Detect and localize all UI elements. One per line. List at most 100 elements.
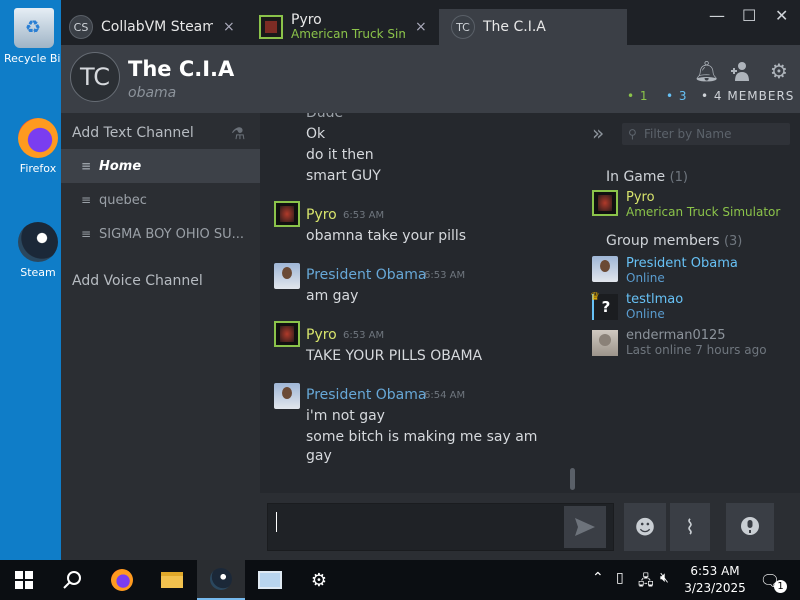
in-game-heading[interactable]: In Game (1) (606, 169, 688, 185)
message-line: am gay (306, 288, 359, 304)
flask-icon[interactable]: ⚗ (231, 124, 245, 143)
taskbar-remote-desktop[interactable] (246, 560, 294, 600)
add-voice-channel-button[interactable]: Add Voice Channel (72, 273, 203, 289)
message-author[interactable]: Pyro (306, 327, 337, 343)
tab-pyro[interactable]: Pyro American Truck Simula × (259, 9, 437, 45)
gear-icon[interactable]: ⚙ (768, 60, 790, 82)
tab-collabvm-steam[interactable]: CS CollabVM Steam ( × (69, 9, 249, 45)
group-heading-label: In Game (606, 169, 666, 185)
tab-label: CollabVM Steam ( (101, 19, 213, 35)
start-button[interactable] (0, 560, 48, 600)
channel-quebec[interactable]: ≡ quebec (61, 183, 260, 217)
channel-label: SIGMA BOY OHIO SU... (99, 226, 245, 242)
voice-chat-button[interactable] (726, 503, 774, 551)
member-status: Last online 7 hours ago (626, 343, 767, 357)
channel-sigma-boy[interactable]: ≡ SIGMA BOY OHIO SU... (61, 217, 260, 251)
close-window-icon[interactable]: ✕ (775, 6, 788, 25)
chat-scrollbar[interactable] (570, 468, 575, 490)
notification-center-button[interactable]: 🗨︎ 1 (748, 560, 792, 600)
tab-the-cia[interactable]: TC The C.I.A (439, 9, 627, 45)
message-line: Ok (306, 126, 326, 142)
member-testlmao[interactable]: ? testlmao Online (590, 284, 797, 324)
taskbar-settings[interactable]: ⚙ (295, 560, 343, 600)
avatar[interactable] (274, 383, 300, 409)
message-timestamp: 6:53 AM (343, 330, 385, 341)
group-avatar[interactable]: TC (70, 52, 120, 102)
group-title: The C.I.A (128, 57, 235, 81)
taskbar-steam[interactable] (197, 560, 245, 600)
firefox-icon (18, 118, 58, 158)
member-status: Online (626, 271, 665, 285)
chevron-up-icon[interactable]: ⌃ (592, 570, 604, 586)
tab-avatar (259, 15, 283, 39)
member-list-panel: » ⚲ Filter by Name In Game (1) Pyro Amer… (582, 113, 800, 493)
system-clock[interactable]: 6:53 AM 3/23/2025 (680, 563, 750, 597)
member-pyro[interactable]: Pyro American Truck Simulator (592, 190, 797, 222)
clock-time: 6:53 AM (690, 564, 740, 578)
member-president-obama[interactable]: President Obama Online (592, 256, 797, 288)
channel-sidebar: Add Text Channel ⚗ ≡ Home ≡ quebec ≡ SIG… (61, 113, 260, 560)
message-author[interactable]: Pyro (306, 207, 337, 223)
avatar[interactable] (274, 263, 300, 289)
chat-tab-bar: CS CollabVM Steam ( × Pyro American Truc… (61, 0, 800, 45)
group-heading-count: (3) (723, 234, 743, 249)
text-channel-icon: ≡ (81, 193, 92, 207)
member-name: testlmao (626, 292, 684, 307)
text-caret (276, 512, 277, 532)
maximize-icon[interactable]: ☐ (742, 6, 756, 25)
avatar (592, 190, 618, 216)
message-input[interactable] (267, 503, 614, 551)
taskbar-file-explorer[interactable] (148, 560, 196, 600)
add-text-channel-button[interactable]: Add Text Channel (72, 125, 194, 141)
computer-icon (258, 571, 282, 589)
tab-label: The C.I.A (483, 19, 546, 35)
volume-muted-icon[interactable]: 🔇︎ (660, 570, 669, 586)
emoticon-button[interactable]: ☻ (624, 503, 666, 551)
network-icon[interactable]: 🖧︎ (638, 570, 654, 594)
close-icon[interactable]: × (223, 19, 235, 35)
steam-icon (210, 568, 232, 590)
tab-avatar: TC (451, 15, 475, 39)
group-members-heading[interactable]: Group members (3) (606, 233, 742, 249)
desktop-icon-recycle-bin[interactable]: Recycle Bin (4, 8, 67, 65)
message-timestamp: 6:53 AM (424, 270, 466, 281)
avatar[interactable] (274, 201, 300, 227)
message-timestamp: 6:54 AM (424, 390, 466, 401)
collapse-members-icon[interactable]: » (592, 121, 604, 145)
chat-log[interactable]: Dude Ok do it then smart GUY Pyro 6:53 A… (260, 113, 582, 493)
desktop-icon-steam[interactable]: Steam (8, 222, 68, 279)
message-line: Dude (306, 113, 344, 121)
message-line: gay (306, 448, 332, 464)
send-button[interactable] (564, 506, 606, 548)
filter-by-name-input[interactable]: ⚲ Filter by Name (622, 123, 790, 145)
gear-icon: ⚙ (310, 569, 328, 591)
message-timestamp: 6:53 AM (343, 210, 385, 221)
member-status: Online (626, 307, 665, 321)
online-count: • 3 (666, 89, 688, 103)
device-icon[interactable]: ▯ (616, 570, 624, 586)
message-input-bar: ☻ ⌇ (260, 493, 800, 560)
steam-group-chat-window: CS CollabVM Steam ( × Pyro American Truc… (61, 0, 800, 560)
minimize-icon[interactable]: — (709, 6, 725, 25)
message-author[interactable]: President Obama (306, 387, 426, 403)
taskbar-firefox[interactable] (98, 560, 146, 600)
desktop-icon-label: Firefox (19, 162, 57, 175)
add-friend-icon[interactable] (730, 60, 752, 82)
taskbar: ⚙ ⌃ ▯ 🖧︎ 🔇︎ 6:53 AM 3/23/2025 🗨︎ 1 (0, 560, 800, 600)
search-icon: ⚲ (628, 127, 637, 141)
desktop-icon-firefox[interactable]: Firefox (8, 118, 68, 175)
member-enderman0125[interactable]: enderman0125 Last online 7 hours ago (592, 328, 797, 360)
group-heading-label: Group members (606, 233, 720, 249)
avatar[interactable] (274, 321, 300, 347)
search-button[interactable] (48, 560, 96, 600)
member-name: Pyro (626, 190, 655, 205)
bell-icon[interactable]: 🔔︎ (694, 60, 719, 82)
message-author[interactable]: President Obama (306, 267, 426, 283)
text-channel-icon: ≡ (81, 227, 92, 241)
channel-home[interactable]: ≡ Home (61, 149, 260, 183)
members-count: • 4 MEMBERS (701, 89, 795, 103)
attach-button[interactable]: ⌇ (670, 503, 710, 551)
tab-label: Pyro (291, 13, 322, 28)
close-icon[interactable]: × (415, 19, 427, 35)
folder-icon (161, 572, 183, 588)
